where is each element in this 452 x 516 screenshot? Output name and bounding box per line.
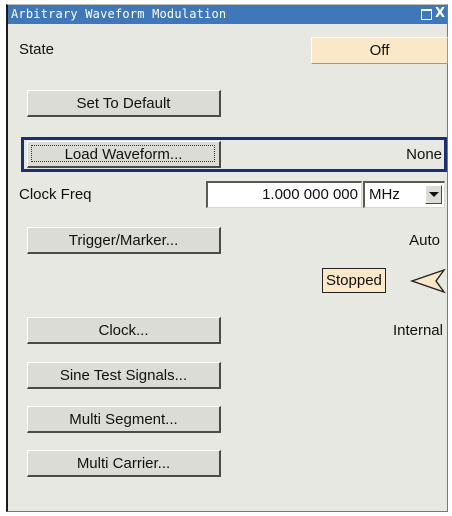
loaded-waveform-value: None	[406, 146, 442, 163]
focus-rectangle	[31, 145, 215, 162]
set-to-default-button[interactable]: Set To Default	[27, 90, 221, 117]
stopped-arrow-icon	[409, 268, 446, 294]
trigger-mode-value: Auto	[409, 232, 440, 249]
clock-freq-label: Clock Freq	[19, 186, 92, 203]
trigger-status-label: Stopped	[322, 268, 386, 293]
window-title: Arbitrary Waveform Modulation	[11, 7, 227, 21]
multi-carrier-button[interactable]: Multi Carrier...	[27, 450, 221, 477]
multi-segment-button[interactable]: Multi Segment...	[27, 406, 221, 433]
chevron-down-icon	[429, 192, 439, 197]
arb-waveform-dialog: Arbitrary Waveform Modulation X State Of…	[6, 4, 448, 512]
state-toggle[interactable]: Off	[311, 37, 448, 64]
load-waveform-row: Load Waveform... None	[21, 137, 447, 172]
clock-freq-input[interactable]: 1.000 000 000	[206, 181, 362, 208]
sine-test-signals-button[interactable]: Sine Test Signals...	[27, 362, 221, 389]
title-bar[interactable]: Arbitrary Waveform Modulation X	[8, 5, 447, 24]
load-waveform-button[interactable]: Load Waveform...	[27, 141, 221, 168]
clock-freq-unit-select[interactable]: MHz	[363, 181, 445, 208]
unit-dropdown-button[interactable]	[425, 185, 442, 204]
maximize-icon[interactable]	[421, 9, 432, 20]
trigger-status-indicator: Stopped	[322, 268, 446, 295]
trigger-marker-button[interactable]: Trigger/Marker...	[27, 227, 221, 254]
clock-source-value: Internal	[392, 322, 443, 339]
state-label: State	[19, 41, 55, 58]
close-icon[interactable]: X	[435, 6, 445, 21]
unit-value: MHz	[369, 186, 400, 203]
clock-button[interactable]: Clock...	[27, 317, 221, 344]
